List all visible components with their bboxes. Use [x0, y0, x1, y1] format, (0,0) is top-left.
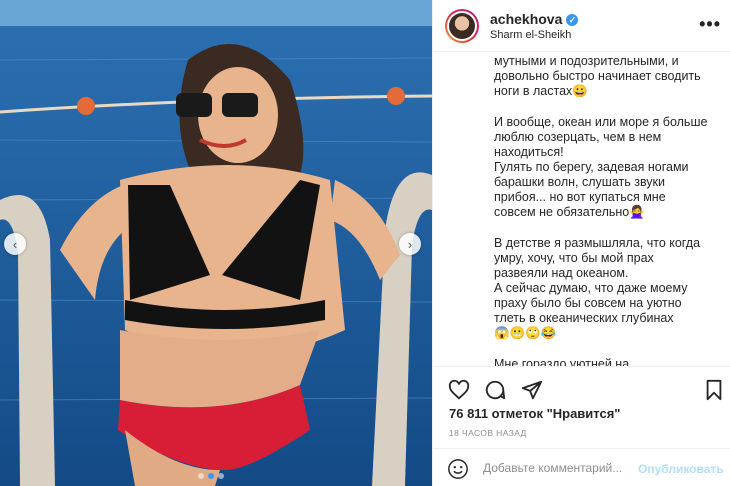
caption-line: Мне гораздо уютней на: [494, 357, 630, 366]
username-link[interactable]: achekhova: [490, 11, 562, 27]
avatar[interactable]: [445, 9, 479, 43]
caption-line: А сейчас думаю, что даже моему: [494, 281, 688, 295]
caption-line: тлеть в океанических глубинах: [494, 311, 674, 325]
caption-line: праху было бы совсем на уютно: [494, 296, 682, 310]
location-link[interactable]: Sharm el-Sheikh: [490, 29, 571, 41]
caption-line: совсем не обязательно🙅‍♀️: [494, 205, 645, 219]
carousel-dots: [198, 473, 224, 479]
caption-line: довольно быстро начинает сводить: [494, 69, 701, 83]
caption-line: Гулять по берегу, задевая ногами: [494, 160, 689, 174]
comment-icon[interactable]: [484, 379, 506, 401]
caption-line: В детстве я размышляла, что когда: [494, 236, 701, 250]
carousel-prev-button[interactable]: ‹: [4, 233, 26, 255]
verified-icon: ✓: [566, 14, 579, 26]
comment-input[interactable]: [483, 461, 633, 475]
carousel-dot: [218, 473, 224, 479]
caption-line: И вообще, океан или море я больше: [494, 115, 708, 129]
carousel-next-button[interactable]: ›: [399, 233, 421, 255]
carousel-dot: [198, 473, 204, 479]
caption-line: прибоя... но вот купаться мне: [494, 190, 666, 204]
likes-count[interactable]: 76 811 отметок "Нравится": [449, 406, 620, 421]
post-header: achekhova ✓ Sharm el-Sheikh •••: [433, 0, 730, 52]
caption-line: умру, хочу, что бы мой прах: [494, 251, 654, 265]
caption-line: ноги в ластах😀: [494, 84, 588, 98]
carousel-dot-active: [208, 473, 214, 479]
caption-line: 😱😬🙄😂: [494, 326, 557, 340]
bookmark-icon[interactable]: [703, 379, 725, 401]
share-icon[interactable]: [521, 379, 543, 401]
caption-line: развеяли над океаном.: [494, 266, 629, 280]
publish-button[interactable]: Опубликовать: [638, 462, 724, 476]
caption-line: барашки волн, слушать звуки: [494, 175, 666, 189]
caption-line: люблю созерцать, чем в нем: [494, 130, 662, 144]
caption-line: мутными и подозрительными, и: [494, 54, 679, 68]
caption-text: мутными и подозрительными, и довольно бы…: [494, 54, 726, 366]
post-timestamp[interactable]: 18 ЧАСОВ НАЗАД: [449, 428, 527, 438]
comment-bar: Опубликовать: [433, 448, 730, 486]
emoji-icon[interactable]: [447, 458, 469, 480]
photo-illustration: [0, 0, 432, 486]
caption-line: находиться!: [494, 145, 564, 159]
username-line: achekhova ✓: [490, 11, 579, 27]
post-photo[interactable]: ‹ ›: [0, 0, 432, 486]
heart-icon[interactable]: [448, 379, 470, 401]
more-options-button[interactable]: •••: [699, 14, 721, 35]
post-panel: achekhova ✓ Sharm el-Sheikh ••• мутными и…: [432, 0, 730, 486]
